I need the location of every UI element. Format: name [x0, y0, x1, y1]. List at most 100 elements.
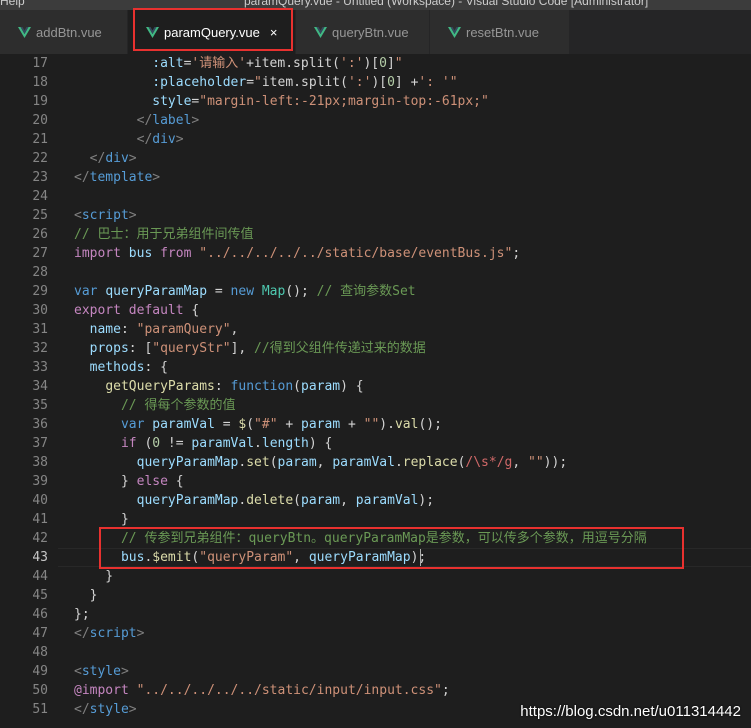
code-token: queryParamMap [308, 550, 411, 565]
code-token: div [105, 151, 129, 166]
tab-resetbtn[interactable]: resetBtn.vue [430, 10, 570, 54]
code-token: "" [363, 417, 380, 432]
code-token: new [230, 284, 255, 299]
code-line[interactable]: 47 </script> [0, 624, 751, 643]
vue-file-icon [314, 26, 327, 38]
close-icon[interactable]: × [270, 25, 278, 40]
tab-label: addBtn.vue [36, 24, 102, 40]
code-line[interactable]: 29 var queryParamMap = new Map(); // 查询参数… [0, 282, 751, 301]
line-number: 35 [32, 398, 48, 413]
code-line[interactable]: 24 [0, 187, 751, 206]
code-token: param [301, 379, 341, 394]
code-token: item.split( [261, 75, 348, 90]
code-line[interactable]: 50 @import "../../../../../static/input/i… [0, 681, 751, 700]
line-number: 43 [32, 550, 48, 565]
code-line[interactable]: 21 </div> [0, 130, 751, 149]
code-token: . [394, 455, 403, 470]
code-token: style [152, 94, 192, 109]
code-token: ). [379, 417, 395, 432]
code-token: . [254, 436, 262, 451]
code-token: ( [246, 417, 255, 432]
code-line[interactable]: 45 } [0, 586, 751, 605]
code-line[interactable]: 48 [0, 643, 751, 662]
code-line[interactable]: 23 </template> [0, 168, 751, 187]
code-text: var queryParamMap = new Map(); // 查询参数Se… [74, 282, 416, 301]
line-number: 48 [32, 645, 48, 660]
code-token: "../../../../../static/base/eventBus.js" [199, 246, 513, 261]
text-cursor [420, 549, 421, 566]
code-token: (); [418, 417, 442, 432]
code-line[interactable]: 35 // 得每个参数的值 [0, 396, 751, 415]
code-line[interactable]: 28 [0, 263, 751, 282]
code-token: name [89, 322, 121, 337]
code-token: = [207, 284, 231, 299]
code-token: != [160, 436, 192, 451]
code-token: ] [386, 56, 395, 71]
code-line[interactable]: 18 :placeholder="item.split(':')[0] +': … [0, 73, 751, 92]
code-line[interactable]: 26 // 巴士：用于兄弟组件间传值 [0, 225, 751, 244]
line-number: 45 [32, 588, 48, 603]
code-line[interactable]: 39 } else { [0, 472, 751, 491]
code-line[interactable]: 33 methods: { [0, 358, 751, 377]
code-token: , [230, 322, 239, 337]
code-text: } [74, 586, 98, 605]
code-line[interactable]: 20 </label> [0, 111, 751, 130]
code-token: : { [144, 360, 168, 375]
code-token: + [340, 417, 364, 432]
code-token: paramVal [332, 455, 395, 470]
code-line[interactable]: 27 import bus from "../../../../../static… [0, 244, 751, 263]
code-token: param [301, 493, 341, 508]
code-token: length [261, 436, 309, 451]
code-line[interactable]: 43 bus.$emit("queryParam", queryParamMap… [0, 548, 751, 567]
code-token: : [120, 322, 137, 337]
code-line[interactable]: 22 </div> [0, 149, 751, 168]
code-token: // 得每个参数的值 [120, 398, 236, 413]
code-line[interactable]: 41 } [0, 510, 751, 529]
code-text: } else { [74, 472, 184, 491]
code-text: </label> [74, 111, 200, 130]
tab-querybtn[interactable]: queryBtn.vue [296, 10, 430, 54]
code-token: { [183, 303, 200, 318]
code-line[interactable]: 32 props: ["queryStr"], //得到父组件传递过来的数据 [0, 339, 751, 358]
menu-help[interactable]: Help [0, 0, 25, 8]
line-number: 46 [32, 607, 48, 622]
line-number: 37 [32, 436, 48, 451]
code-line[interactable]: 34 getQueryParams: function(param) { [0, 377, 751, 396]
line-number: 18 [32, 75, 48, 90]
code-line[interactable]: 36 var paramVal = $("#" + param + "").va… [0, 415, 751, 434]
code-line[interactable]: 25 <script> [0, 206, 751, 225]
code-token: +item.split( [246, 56, 340, 71]
code-token: queryParamMap [136, 493, 239, 508]
code-token: ) { [340, 379, 364, 394]
line-number: 24 [32, 189, 48, 204]
code-line[interactable]: 37 if (0 != paramVal.length) { [0, 434, 751, 453]
code-token: "" [528, 455, 544, 470]
code-line[interactable]: 44 } [0, 567, 751, 586]
code-token: $emit [152, 550, 192, 565]
code-token: "../../../../../static/input/input.css" [136, 683, 442, 698]
code-line[interactable]: 17 :alt='请输入'+item.split(':')[0]" [0, 54, 751, 73]
code-line[interactable]: 46}; [0, 605, 751, 624]
code-editor[interactable]: 17 :alt='请输入'+item.split(':')[0]" 18 :pla… [0, 54, 751, 728]
code-text: // 巴士：用于兄弟组件间传值 [74, 225, 253, 244]
code-text: </script> [74, 624, 144, 643]
code-line[interactable]: 42 // 传参到兄弟组件：queryBtn。queryParamMap是参数，… [0, 529, 751, 548]
code-line[interactable]: 49 <style> [0, 662, 751, 681]
code-token: > [175, 132, 184, 147]
code-line[interactable]: 38 queryParamMap.set(param, paramVal.rep… [0, 453, 751, 472]
code-token: delete [246, 493, 294, 508]
code-line[interactable]: 31 name: "paramQuery", [0, 320, 751, 339]
code-line[interactable]: 19 style="margin-left:-21px;margin-top:-… [0, 92, 751, 111]
tab-addbtn[interactable]: addBtn.vue [0, 10, 128, 54]
line-number: 51 [32, 702, 48, 717]
code-text: props: ["queryStr"], //得到父组件传递过来的数据 [74, 339, 426, 358]
code-line[interactable]: 30 export default { [0, 301, 751, 320]
code-line[interactable]: 40 queryParamMap.delete(param, paramVal)… [0, 491, 751, 510]
code-token: , [512, 455, 529, 470]
tab-paramquery[interactable]: paramQuery.vue × [128, 10, 296, 54]
code-text: style="margin-left:-21px;margin-top:-61p… [74, 92, 489, 111]
